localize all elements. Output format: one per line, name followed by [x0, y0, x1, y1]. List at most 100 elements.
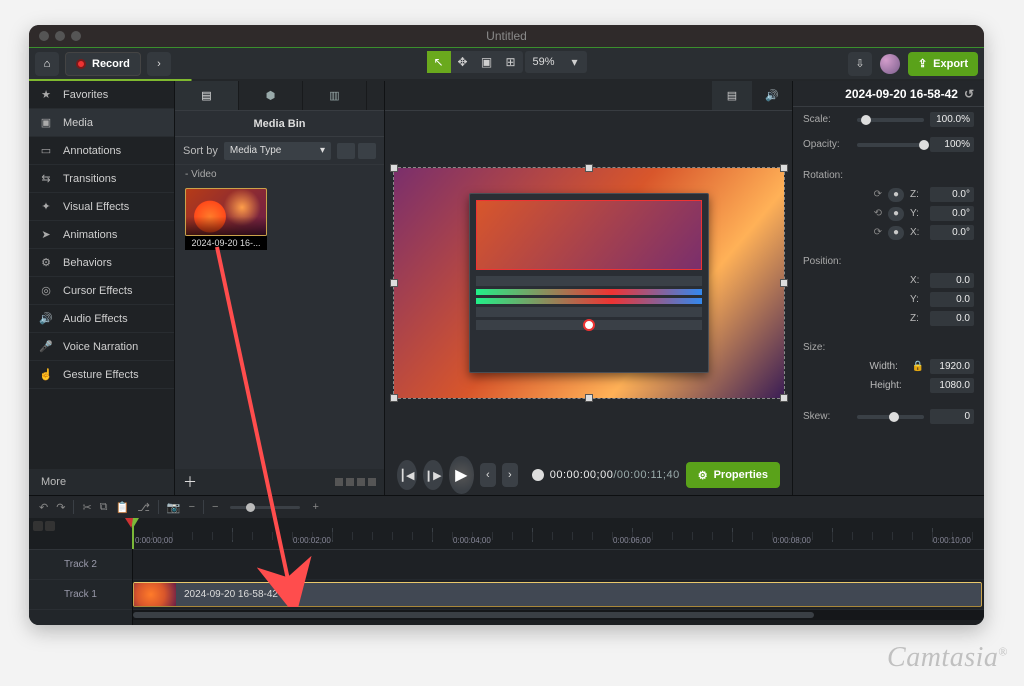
- sidebar-item-media[interactable]: ▣ Media: [29, 109, 174, 137]
- tab-video-properties[interactable]: ▤: [712, 81, 752, 110]
- width-value[interactable]: 1920.0: [930, 359, 974, 374]
- opacity-slider[interactable]: [857, 143, 924, 147]
- track-add-button[interactable]: [33, 521, 43, 531]
- step-back-button[interactable]: ❙▶: [423, 460, 443, 490]
- track-options-button[interactable]: [45, 521, 55, 531]
- sidebar-item-audio-effects[interactable]: 🔊 Audio Effects: [29, 305, 174, 333]
- sidebar-item-annotations[interactable]: ▭ Annotations: [29, 137, 174, 165]
- cut-button[interactable]: ✂: [82, 501, 91, 514]
- track-lane-1[interactable]: 2024-09-20 16-58-42: [133, 580, 984, 610]
- track-lane-2[interactable]: [133, 550, 984, 580]
- track-header-1[interactable]: Track 1: [29, 580, 132, 610]
- split-button[interactable]: ⎇: [137, 501, 150, 514]
- opacity-value[interactable]: 100%: [930, 137, 974, 152]
- user-avatar[interactable]: [880, 54, 900, 74]
- zoom-out-button[interactable]: −: [189, 501, 195, 513]
- thumbnail-image: [185, 188, 267, 236]
- redo-button[interactable]: ↷: [56, 501, 65, 514]
- rotation-z-value[interactable]: 0.0°: [930, 187, 974, 202]
- sidebar-item-behaviors[interactable]: ⚙ Behaviors: [29, 249, 174, 277]
- sidebar-item-favorites[interactable]: ★ Favorites: [29, 81, 174, 109]
- resize-handle[interactable]: [390, 279, 398, 287]
- resize-handle[interactable]: [780, 164, 788, 172]
- prev-marker-button[interactable]: ‹: [480, 463, 496, 487]
- sort-direction-buttons[interactable]: [337, 143, 376, 159]
- properties-tabstrip: ▤ 🔊: [385, 81, 792, 111]
- next-marker-button[interactable]: ›: [502, 463, 518, 487]
- arrow-tool-icon[interactable]: ↖: [426, 51, 450, 73]
- timeline-ruler[interactable]: 0:00:00;00 0:00:02;00 0:00:04;00 0:00:06…: [133, 518, 984, 550]
- rotation-toggle[interactable]: ●: [888, 188, 904, 202]
- properties-title-row: 2024-09-20 16-58-42 ↺: [793, 81, 984, 107]
- resize-handle[interactable]: [390, 164, 398, 172]
- chevron-down-icon: ▾: [320, 145, 325, 156]
- tab-library[interactable]: ⬢: [239, 81, 303, 110]
- canvas-zoom-pct[interactable]: 59%: [524, 56, 562, 68]
- rotation-toggle[interactable]: ●: [888, 207, 904, 221]
- add-media-button[interactable]: ＋: [183, 472, 197, 492]
- ruler-tick: 0:00:02;00: [293, 536, 331, 545]
- resize-handle[interactable]: [390, 394, 398, 402]
- resize-handle[interactable]: [780, 394, 788, 402]
- zoom-plus-button[interactable]: +: [312, 501, 318, 513]
- pan-tool-icon[interactable]: ✥: [450, 51, 474, 73]
- magnet-tool-icon[interactable]: ⊞: [498, 51, 522, 73]
- media-group-video[interactable]: - Video: [175, 165, 384, 184]
- sidebar-item-voice-narration[interactable]: 🎤 Voice Narration: [29, 333, 174, 361]
- export-button[interactable]: ⇪ Export: [908, 52, 978, 76]
- download-button[interactable]: ⇩: [848, 52, 872, 76]
- track-header-2[interactable]: Track 2: [29, 550, 132, 580]
- position-x-value[interactable]: 0.0: [930, 273, 974, 288]
- lock-icon[interactable]: 🔒: [912, 361, 924, 372]
- timeline-zoom-slider[interactable]: [230, 506, 300, 509]
- resize-handle[interactable]: [780, 279, 788, 287]
- resize-handle[interactable]: [585, 394, 593, 402]
- tab-media-bin[interactable]: ▤: [175, 81, 239, 110]
- rotation-handle[interactable]: [583, 319, 595, 331]
- crop-tool-icon[interactable]: ▣: [474, 51, 498, 73]
- home-button[interactable]: ⌂: [35, 52, 59, 76]
- tab-templates[interactable]: ▥: [303, 81, 367, 110]
- properties-button[interactable]: ⚙ Properties: [686, 462, 780, 488]
- view-mode-toggle[interactable]: [335, 478, 376, 486]
- timeline-clip[interactable]: 2024-09-20 16-58-42: [133, 582, 982, 607]
- tab-audio-properties[interactable]: 🔊: [752, 81, 792, 110]
- record-button[interactable]: Record: [65, 52, 141, 76]
- canvas-holder[interactable]: [385, 111, 792, 455]
- copy-button[interactable]: ⧉: [100, 501, 108, 514]
- rotation-y-value[interactable]: 0.0°: [930, 206, 974, 221]
- reset-icon[interactable]: ↺: [964, 87, 974, 101]
- record-expand-button[interactable]: ›: [147, 52, 171, 76]
- zoom-minus-button[interactable]: −: [212, 501, 218, 513]
- sidebar-more[interactable]: More: [29, 469, 174, 495]
- timeline-tracks-area[interactable]: 0:00:00;00 0:00:00;00 0:00:02;00 0:00:04…: [133, 518, 984, 625]
- skew-slider[interactable]: [857, 415, 924, 419]
- sidebar-item-animations[interactable]: ➤ Animations: [29, 221, 174, 249]
- undo-button[interactable]: ↶: [39, 501, 48, 514]
- camera-button[interactable]: 📷: [167, 501, 181, 514]
- skew-value[interactable]: 0: [930, 409, 974, 424]
- media-thumbnail[interactable]: 2024-09-20 16-...: [185, 188, 267, 250]
- resize-handle[interactable]: [585, 164, 593, 172]
- position-z-value[interactable]: 0.0: [930, 311, 974, 326]
- sidebar-item-cursor-effects[interactable]: ◎ Cursor Effects: [29, 277, 174, 305]
- sidebar-item-gesture-effects[interactable]: ☝ Gesture Effects: [29, 361, 174, 389]
- blocks-icon: ⬢: [266, 89, 276, 102]
- play-button[interactable]: ▶: [449, 456, 474, 494]
- position-y-value[interactable]: 0.0: [930, 292, 974, 307]
- height-value[interactable]: 1080.0: [930, 378, 974, 393]
- sidebar-item-transitions[interactable]: ⇆ Transitions: [29, 165, 174, 193]
- sidebar-item-label: Audio Effects: [63, 313, 128, 325]
- scale-slider[interactable]: [857, 118, 924, 122]
- rotation-toggle[interactable]: ●: [888, 226, 904, 240]
- sort-dropdown[interactable]: Media Type ▾: [224, 142, 331, 160]
- timeline-scrollbar[interactable]: [133, 610, 984, 620]
- prev-clip-button[interactable]: ┃◀: [397, 460, 417, 490]
- sidebar-item-visual-effects[interactable]: ✦ Visual Effects: [29, 193, 174, 221]
- scale-value[interactable]: 100.0%: [930, 112, 974, 127]
- zoom-dropdown-icon[interactable]: ▾: [563, 51, 587, 73]
- playhead[interactable]: [132, 518, 134, 549]
- canvas-selection[interactable]: [394, 168, 784, 398]
- rotation-x-value[interactable]: 0.0°: [930, 225, 974, 240]
- paste-button[interactable]: 📋: [116, 501, 130, 514]
